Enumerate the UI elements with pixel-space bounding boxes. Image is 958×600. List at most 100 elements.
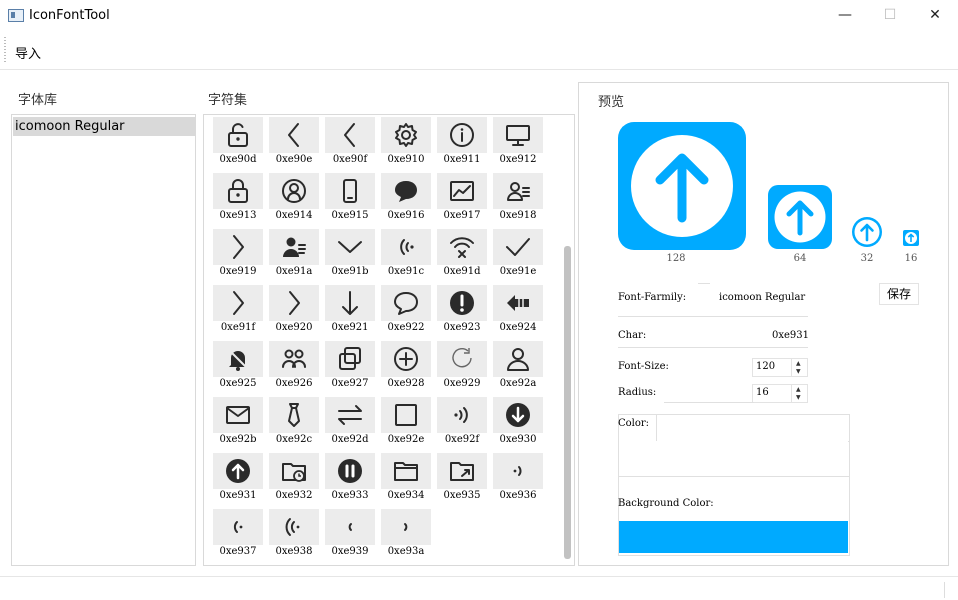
- font-library-list[interactable]: icomoon Regular: [11, 114, 196, 566]
- glyph-cell[interactable]: 0xe932: [269, 453, 319, 505]
- glyph-cell[interactable]: 0xe924: [493, 285, 543, 337]
- glyph-tile[interactable]: [437, 173, 487, 209]
- glyph-cell[interactable]: 0xe92b: [213, 397, 263, 449]
- glyph-cell[interactable]: 0xe931: [213, 453, 263, 505]
- glyph-cell[interactable]: 0xe918: [493, 173, 543, 225]
- glyph-tile[interactable]: [437, 285, 487, 321]
- glyph-tile[interactable]: [381, 173, 431, 209]
- glyph-tile[interactable]: [269, 397, 319, 433]
- glyph-cell[interactable]: 0xe916: [381, 173, 431, 225]
- glyph-cell[interactable]: 0xe90d: [213, 117, 263, 169]
- glyph-tile[interactable]: [493, 117, 543, 153]
- glyph-tile[interactable]: [325, 509, 375, 545]
- glyph-cell[interactable]: 0xe92f: [437, 397, 487, 449]
- glyph-tile[interactable]: [437, 117, 487, 153]
- glyph-cell[interactable]: 0xe92a: [493, 341, 543, 393]
- glyph-tile[interactable]: [325, 397, 375, 433]
- glyph-cell[interactable]: 0xe934: [381, 453, 431, 505]
- glyph-tile[interactable]: [493, 173, 543, 209]
- glyph-tile[interactable]: [325, 173, 375, 209]
- font-list-item[interactable]: icomoon Regular: [13, 117, 195, 136]
- glyph-tile[interactable]: [213, 509, 263, 545]
- glyph-cell[interactable]: 0xe93a: [381, 509, 431, 561]
- glyph-tile[interactable]: [213, 453, 263, 489]
- glyph-tile[interactable]: [325, 117, 375, 153]
- close-button[interactable]: ✕: [912, 0, 958, 31]
- glyph-tile[interactable]: [213, 397, 263, 433]
- glyph-tile[interactable]: [325, 229, 375, 265]
- glyph-cell[interactable]: 0xe927: [325, 341, 375, 393]
- glyph-tile[interactable]: [493, 229, 543, 265]
- size-grip[interactable]: [944, 582, 958, 598]
- glyph-cell[interactable]: 0xe926: [269, 341, 319, 393]
- glyph-cell[interactable]: 0xe90f: [325, 117, 375, 169]
- glyph-tile[interactable]: [493, 341, 543, 377]
- background-color-swatch[interactable]: [619, 521, 848, 553]
- glyph-cell[interactable]: 0xe910: [381, 117, 431, 169]
- spin-up-icon[interactable]: ▲: [796, 361, 801, 367]
- glyph-tile[interactable]: [269, 229, 319, 265]
- glyph-cell[interactable]: 0xe917: [437, 173, 487, 225]
- glyph-cell[interactable]: 0xe915: [325, 173, 375, 225]
- glyph-tile[interactable]: [269, 285, 319, 321]
- glyph-tile[interactable]: [213, 117, 263, 153]
- radius-spinbox[interactable]: 16 ▲ ▼: [752, 384, 808, 403]
- spin-down-icon[interactable]: ▼: [796, 395, 801, 401]
- glyph-tile[interactable]: [381, 341, 431, 377]
- glyph-tile[interactable]: [437, 397, 487, 433]
- glyph-cell[interactable]: 0xe911: [437, 117, 487, 169]
- glyph-cell[interactable]: 0xe92d: [325, 397, 375, 449]
- glyph-tile[interactable]: [381, 453, 431, 489]
- minimize-button[interactable]: —: [822, 0, 868, 31]
- glyph-tile[interactable]: [325, 341, 375, 377]
- glyph-tile[interactable]: [213, 229, 263, 265]
- glyph-cell[interactable]: 0xe920: [269, 285, 319, 337]
- glyph-cell[interactable]: 0xe933: [325, 453, 375, 505]
- glyph-cell[interactable]: 0xe925: [213, 341, 263, 393]
- glyph-cell[interactable]: 0xe930: [493, 397, 543, 449]
- glyph-cell[interactable]: 0xe929: [437, 341, 487, 393]
- glyph-cell[interactable]: 0xe938: [269, 509, 319, 561]
- glyph-scrollbar-thumb[interactable]: [564, 246, 571, 559]
- glyph-tile[interactable]: [493, 453, 543, 489]
- glyph-tile[interactable]: [381, 117, 431, 153]
- glyph-cell[interactable]: 0xe935: [437, 453, 487, 505]
- glyph-cell[interactable]: 0xe914: [269, 173, 319, 225]
- glyph-cell[interactable]: 0xe912: [493, 117, 543, 169]
- glyph-tile[interactable]: [269, 341, 319, 377]
- glyph-tile[interactable]: [269, 453, 319, 489]
- glyph-tile[interactable]: [493, 285, 543, 321]
- glyph-tile[interactable]: [437, 229, 487, 265]
- glyph-cell[interactable]: 0xe91e: [493, 229, 543, 281]
- glyph-cell[interactable]: 0xe91b: [325, 229, 375, 281]
- glyph-tile[interactable]: [213, 285, 263, 321]
- glyph-cell[interactable]: 0xe928: [381, 341, 431, 393]
- glyph-tile[interactable]: [381, 285, 431, 321]
- glyph-cell[interactable]: 0xe923: [437, 285, 487, 337]
- glyph-cell[interactable]: 0xe91d: [437, 229, 487, 281]
- spin-down-icon[interactable]: ▼: [796, 369, 801, 375]
- glyph-cell[interactable]: 0xe92c: [269, 397, 319, 449]
- glyph-cell[interactable]: 0xe91a: [269, 229, 319, 281]
- glyph-tile[interactable]: [269, 509, 319, 545]
- glyph-tile[interactable]: [493, 397, 543, 433]
- glyph-tile[interactable]: [437, 341, 487, 377]
- glyph-tile[interactable]: [437, 453, 487, 489]
- glyph-tile[interactable]: [213, 341, 263, 377]
- glyph-cell[interactable]: 0xe92e: [381, 397, 431, 449]
- glyph-cell[interactable]: 0xe919: [213, 229, 263, 281]
- glyph-tile[interactable]: [381, 509, 431, 545]
- font-size-spinbox[interactable]: 120 ▲ ▼: [752, 358, 808, 377]
- glyph-cell[interactable]: 0xe91c: [381, 229, 431, 281]
- glyph-tile[interactable]: [381, 397, 431, 433]
- glyph-cell[interactable]: 0xe91f: [213, 285, 263, 337]
- glyph-cell[interactable]: 0xe922: [381, 285, 431, 337]
- save-button[interactable]: 保存: [879, 283, 919, 305]
- glyph-cell[interactable]: 0xe939: [325, 509, 375, 561]
- maximize-button[interactable]: ☐: [867, 0, 913, 31]
- glyph-tile[interactable]: [269, 117, 319, 153]
- glyph-cell[interactable]: 0xe913: [213, 173, 263, 225]
- glyph-cell[interactable]: 0xe921: [325, 285, 375, 337]
- glyph-tile[interactable]: [325, 285, 375, 321]
- glyph-tile[interactable]: [325, 453, 375, 489]
